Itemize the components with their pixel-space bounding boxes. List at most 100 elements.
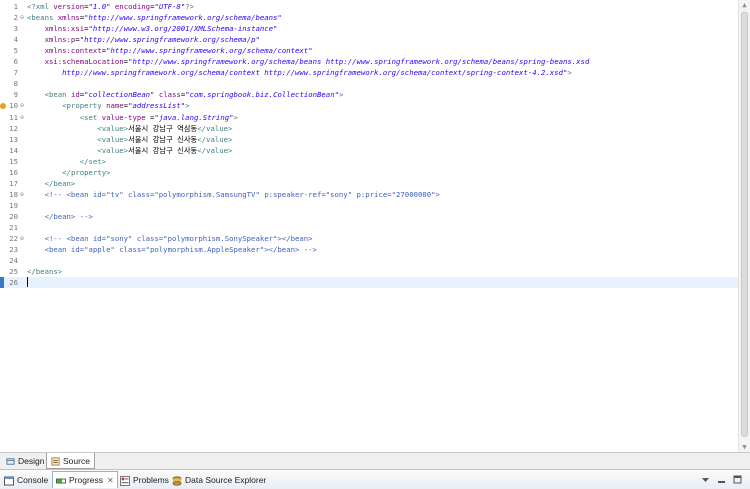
code-line[interactable]: 17 </bean> <box>0 178 738 189</box>
line-number: 17 <box>9 178 18 188</box>
tab-data-source-explorer-label: Data Source Explorer <box>185 475 267 485</box>
code-text: xsi:schemaLocation="http://www.springfra… <box>27 56 590 67</box>
code-line[interactable]: 5 xmlns:context="http://www.springframew… <box>0 45 738 56</box>
line-number: 23 <box>9 245 18 255</box>
code-text: <?xml version="1.0" encoding="UTF-8"?> <box>27 1 194 12</box>
code-line[interactable]: 4 xmlns:p="http://www.springframework.or… <box>0 34 738 45</box>
maximize-icon[interactable] <box>732 474 743 485</box>
code-token: id <box>70 90 80 100</box>
line-number: 19 <box>9 200 18 210</box>
code-token: class <box>158 90 181 100</box>
fold-toggle-icon[interactable]: ⊖ <box>19 12 25 23</box>
code-token: > <box>338 90 344 100</box>
code-token: 서울시 강남구 역삼동 <box>128 123 198 133</box>
code-token: <property <box>62 101 107 111</box>
code-line[interactable]: 26 <box>0 277 738 289</box>
code-line[interactable]: 1 <?xml version="1.0" encoding="UTF-8"?> <box>0 1 738 12</box>
code-token: xmlns:p <box>44 35 76 45</box>
code-line[interactable]: 22 ⊖ <!-- <bean id="sony" class="polymorp… <box>0 233 738 244</box>
code-text: xmlns:context="http://www.springframewor… <box>27 45 313 56</box>
line-number: 26 <box>9 278 18 288</box>
tab-source[interactable]: Source <box>46 453 95 469</box>
code-line[interactable]: 20 </bean> --> <box>0 211 738 222</box>
code-line[interactable]: 25 </beans> <box>0 266 738 277</box>
code-line[interactable]: 10 ⊖ <property name="addressList"> <box>0 100 738 111</box>
line-number: 1 <box>13 2 18 11</box>
code-token: xmlns:xsi <box>44 24 85 34</box>
code-line[interactable]: 24 <box>0 255 738 266</box>
line-number: 16 <box>9 167 18 177</box>
code-line[interactable]: 21 <box>0 222 738 233</box>
code-line[interactable]: 16 </property> <box>0 167 738 178</box>
scroll-down-arrow-icon[interactable]: ▼ <box>739 442 750 452</box>
tab-console[interactable]: Console <box>4 472 48 488</box>
line-number: 24 <box>9 256 18 266</box>
code-line[interactable]: 11 ⊖ <set value-type ="java.lang.String"> <box>0 112 738 123</box>
code-text: </bean> <box>27 178 76 189</box>
minimize-icon[interactable] <box>716 474 727 485</box>
tab-data-source-explorer[interactable]: Data Source Explorer <box>172 472 266 488</box>
source-view-icon <box>51 457 60 466</box>
scrollbar-thumb[interactable] <box>741 12 748 437</box>
code-text: <value>서울시 강남구 역삼동</value> <box>27 123 232 134</box>
code-line[interactable]: 8 <box>0 78 738 89</box>
fold-toggle-icon[interactable]: ⊖ <box>19 100 25 111</box>
text-caret <box>27 277 28 288</box>
code-token: value-type <box>101 112 151 122</box>
xml-source-editor[interactable]: 1 <?xml version="1.0" encoding="UTF-8"?> 2… <box>0 0 738 452</box>
code-line[interactable]: 15 </set> <box>0 156 738 167</box>
code-line[interactable]: 6 xsi:schemaLocation="http://www.springf… <box>0 56 738 67</box>
code-line[interactable]: 14 <value>서울시 강남구 신사동</value> <box>0 145 738 156</box>
code-text: </beans> <box>27 266 62 277</box>
tab-problems[interactable]: Problems <box>120 472 169 488</box>
line-number: 25 <box>9 267 18 277</box>
code-line[interactable]: 7 http://www.springframework.org/schema/… <box>0 67 738 78</box>
design-view-icon <box>6 458 15 465</box>
code-token: <bean id="apple" class="polymorphism.App… <box>27 245 317 255</box>
line-number: 4 <box>13 35 18 45</box>
tab-console-label: Console <box>17 475 49 485</box>
code-line[interactable]: 23 <bean id="apple" class="polymorphism.… <box>0 244 738 255</box>
code-token: "UTF-8" <box>154 2 186 11</box>
code-line[interactable]: 12 <value>서울시 강남구 역삼동</value> <box>0 123 738 134</box>
line-number: 7 <box>13 68 18 78</box>
code-text: <property name="addressList"> <box>27 100 189 111</box>
code-line[interactable]: 13 <value>서울시 강남구 신사동</value> <box>0 134 738 145</box>
code-token: <value> <box>97 123 129 133</box>
tab-design[interactable]: Design <box>2 453 48 469</box>
code-token: <?xml <box>27 2 54 11</box>
line-number: 10 <box>9 101 18 111</box>
line-number: 22 <box>9 234 18 244</box>
code-text: <!-- <bean id="tv" class="polymorphism.S… <box>27 189 440 200</box>
code-line[interactable]: 3 xmlns:xsi="http://www.w3.org/2001/XMLS… <box>0 23 738 34</box>
line-number: 14 <box>9 145 18 155</box>
fold-toggle-icon[interactable]: ⊖ <box>19 189 25 200</box>
line-number: 18 <box>9 189 18 199</box>
code-line[interactable]: 18 ⊖ <!-- <bean id="tv" class="polymorphi… <box>0 189 738 200</box>
code-line[interactable]: 2 ⊖ <beans xmlns="http://www.springframewo… <box>0 12 738 23</box>
tab-progress[interactable]: Progress ✕ <box>52 471 118 488</box>
view-menu-icon[interactable] <box>700 474 711 485</box>
code-token: </bean> <box>44 178 76 188</box>
code-token: 서울시 강남구 신사동 <box>128 134 198 144</box>
code-token: "collectionBean" <box>84 90 155 100</box>
close-icon[interactable]: ✕ <box>107 476 114 485</box>
code-token: </bean> --> <box>27 211 93 221</box>
data-source-explorer-icon <box>172 476 182 486</box>
code-token: http://www.springframework.org/schema/co… <box>27 68 568 78</box>
code-text: xmlns:xsi="http://www.w3.org/2001/XMLSch… <box>27 23 278 34</box>
scroll-up-arrow-icon[interactable]: ▲ <box>739 0 750 10</box>
line-number: 9 <box>13 90 18 100</box>
fold-toggle-icon[interactable]: ⊖ <box>19 233 25 244</box>
code-token: "java.lang.String" <box>154 112 234 122</box>
code-token: "http://www.w3.org/2001/XMLSchema-instan… <box>88 24 278 34</box>
fold-toggle-icon[interactable]: ⊖ <box>19 112 25 123</box>
code-line[interactable]: 19 <box>0 200 738 211</box>
code-line[interactable]: 9 <bean id="collectionBean" class="com.s… <box>0 89 738 100</box>
code-token: <value> <box>97 145 129 155</box>
vertical-scrollbar[interactable]: ▲ ▼ <box>738 0 750 452</box>
